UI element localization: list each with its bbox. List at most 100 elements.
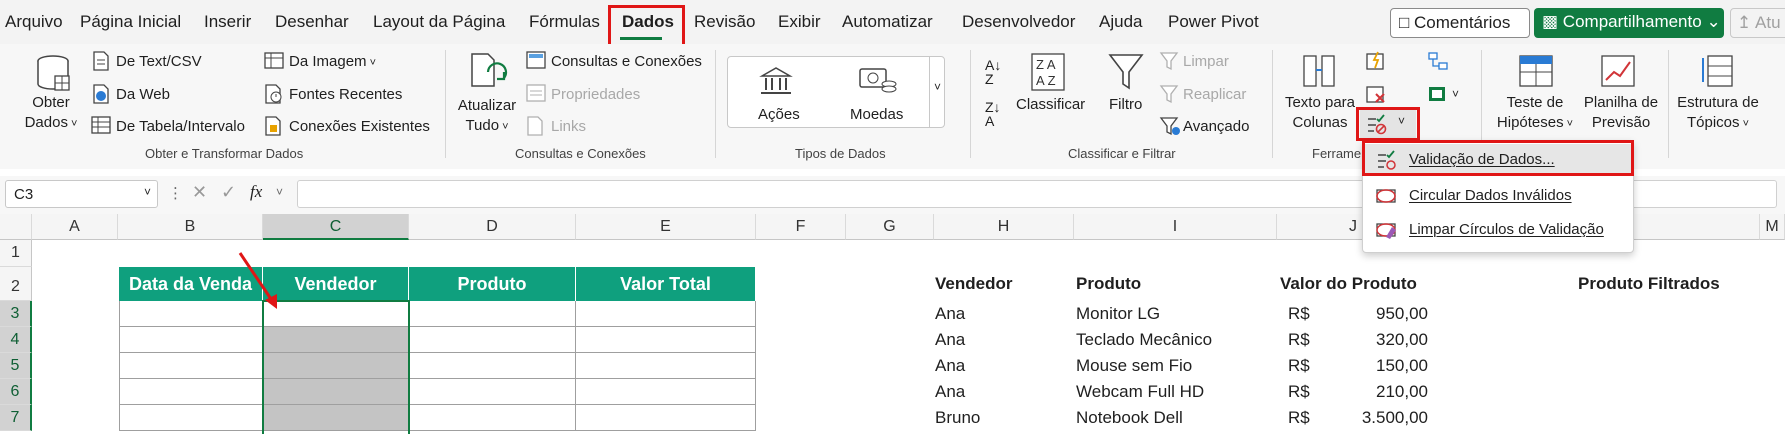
- get-data-label-1: Obter: [32, 94, 70, 111]
- active-cell-c3[interactable]: [264, 302, 408, 326]
- outline-button[interactable]: Estrutura de Tópicos ˅: [1673, 93, 1763, 134]
- table-cell[interactable]: [576, 405, 756, 431]
- sort-az-button[interactable]: A↓ Z: [985, 58, 1001, 86]
- table-cell[interactable]: [576, 327, 756, 353]
- tab-desenvolvedor[interactable]: Desenvolvedor: [962, 12, 1075, 32]
- from-web-button[interactable]: Da Web: [116, 86, 170, 103]
- column-header-b[interactable]: B: [118, 214, 263, 240]
- more-options-icon[interactable]: ⋮: [168, 184, 183, 202]
- table-icon: [91, 116, 111, 134]
- stocks-icon: [759, 67, 793, 94]
- row-header-6[interactable]: 6: [0, 379, 32, 405]
- ref-valor: 3.500,00: [1361, 408, 1428, 427]
- column-header-d[interactable]: D: [409, 214, 576, 240]
- table-cell[interactable]: [119, 327, 263, 353]
- row-header-1[interactable]: 1: [0, 240, 32, 267]
- share-label: Compartilhamento: [1562, 12, 1702, 31]
- row-header-2[interactable]: 2: [0, 267, 32, 301]
- column-header-m[interactable]: M: [1760, 214, 1785, 240]
- table-cell[interactable]: [409, 379, 576, 405]
- column-header-h[interactable]: H: [934, 214, 1074, 240]
- table-cell[interactable]: [119, 379, 263, 405]
- advanced-filter-button[interactable]: Avançado: [1183, 118, 1249, 135]
- ref-currency: R$: [1288, 330, 1310, 349]
- table-cell[interactable]: [119, 405, 263, 431]
- ref-produto: Notebook Dell: [1076, 408, 1183, 427]
- outline-icon: [1702, 55, 1733, 87]
- row-header-3[interactable]: 3: [0, 301, 32, 327]
- enter-icon[interactable]: ✓: [221, 182, 236, 203]
- tab-desenhar[interactable]: Desenhar: [275, 12, 349, 32]
- refresh-all-button[interactable]: Atualizar Tudo ˅: [452, 96, 522, 137]
- links-button[interactable]: Links: [551, 118, 586, 135]
- column-header-i[interactable]: I: [1074, 214, 1277, 240]
- currencies-button[interactable]: Moedas: [850, 106, 903, 123]
- highlight-data-validation-button: [1356, 107, 1420, 141]
- gallery-expand-button[interactable]: ˅: [929, 56, 945, 128]
- reapply-icon: [1159, 85, 1179, 104]
- column-header-g[interactable]: G: [846, 214, 934, 240]
- tab-formulas[interactable]: Fórmulas: [529, 12, 600, 32]
- cancel-icon[interactable]: ✕: [192, 182, 207, 203]
- sort-button[interactable]: Classificar: [1016, 96, 1085, 113]
- select-all-corner[interactable]: [0, 214, 32, 240]
- table-cell[interactable]: [409, 405, 576, 431]
- group-separator: [1668, 50, 1669, 158]
- share-button[interactable]: ▩ Compartilhamento ⌄: [1534, 8, 1724, 38]
- insert-function-icon[interactable]: fx: [250, 182, 262, 202]
- tab-pagina-inicial[interactable]: Página Inicial: [80, 12, 181, 32]
- row-header-5[interactable]: 5: [0, 353, 32, 379]
- tab-arquivo[interactable]: Arquivo: [5, 12, 63, 32]
- table-cell[interactable]: [119, 353, 263, 379]
- text-to-columns-button[interactable]: Texto para Colunas: [1282, 93, 1358, 133]
- column-header-a[interactable]: A: [32, 214, 118, 240]
- autosave-button[interactable]: ↥ Atu: [1730, 8, 1785, 38]
- clear-filter-button[interactable]: Limpar: [1183, 53, 1229, 70]
- comments-button[interactable]: □ Comentários: [1390, 8, 1530, 38]
- what-if-analysis-button[interactable]: Teste de Hipóteses ˅: [1492, 93, 1578, 134]
- filter-button[interactable]: Filtro: [1109, 96, 1142, 113]
- table-header-valor-total[interactable]: Valor Total: [576, 267, 756, 301]
- chevron-down-icon: ˅: [933, 80, 941, 94]
- existing-connections-button[interactable]: Conexões Existentes: [289, 118, 430, 135]
- tab-inserir[interactable]: Inserir: [204, 12, 251, 32]
- queries-connections-icon: [526, 51, 546, 69]
- forecast-sheet-button[interactable]: Planilha de Previsão: [1580, 93, 1662, 133]
- tab-automatizar[interactable]: Automatizar: [842, 12, 933, 32]
- tab-ajuda[interactable]: Ajuda: [1099, 12, 1142, 32]
- ref-currency: R$: [1288, 382, 1310, 401]
- table-cell[interactable]: [576, 301, 756, 327]
- reapply-button[interactable]: Reaplicar: [1183, 86, 1246, 103]
- table-cell[interactable]: [409, 353, 576, 379]
- queries-connections-button[interactable]: Consultas e Conexões: [551, 53, 702, 70]
- column-header-c[interactable]: C: [263, 214, 409, 240]
- tab-layout-da-pagina[interactable]: Layout da Página: [373, 12, 505, 32]
- menu-item-circular-dados-invalidos[interactable]: Circular Dados Inválidos: [1364, 180, 1632, 212]
- get-data-button[interactable]: Obter Dados ˅: [20, 93, 82, 134]
- table-cell[interactable]: [409, 327, 576, 353]
- recent-sources-button[interactable]: Fontes Recentes: [289, 86, 402, 103]
- ref-valor: 210,00: [1376, 382, 1428, 401]
- from-table-range-button[interactable]: De Tabela/Intervalo: [116, 118, 245, 135]
- ref-vendedor: Ana: [935, 382, 966, 401]
- forecast-sheet-icon: [1601, 55, 1635, 87]
- tab-revisao[interactable]: Revisão: [694, 12, 755, 32]
- from-text-csv-button[interactable]: De Text/CSV: [116, 53, 202, 70]
- column-header-e[interactable]: E: [576, 214, 756, 240]
- column-header-f[interactable]: F: [756, 214, 846, 240]
- table-cell[interactable]: [409, 301, 576, 327]
- row-header-7[interactable]: 7: [0, 405, 32, 431]
- row-header-4[interactable]: 4: [0, 327, 32, 353]
- properties-button[interactable]: Propriedades: [551, 86, 640, 103]
- menu-item-limpar-circulos[interactable]: Limpar Círculos de Validação: [1364, 214, 1632, 246]
- table-cell[interactable]: [576, 379, 756, 405]
- flash-fill-icon: [1366, 51, 1384, 70]
- tab-exibir[interactable]: Exibir: [778, 12, 821, 32]
- from-image-button[interactable]: Da Imagem ˅: [289, 53, 376, 70]
- stocks-button[interactable]: Ações: [758, 106, 800, 123]
- sort-za-button[interactable]: Z↓ A: [985, 100, 1001, 128]
- tab-power-pivot[interactable]: Power Pivot: [1168, 12, 1259, 32]
- table-cell[interactable]: [576, 353, 756, 379]
- name-box[interactable]: C3 ˅: [5, 180, 158, 208]
- table-header-produto[interactable]: Produto: [409, 267, 576, 301]
